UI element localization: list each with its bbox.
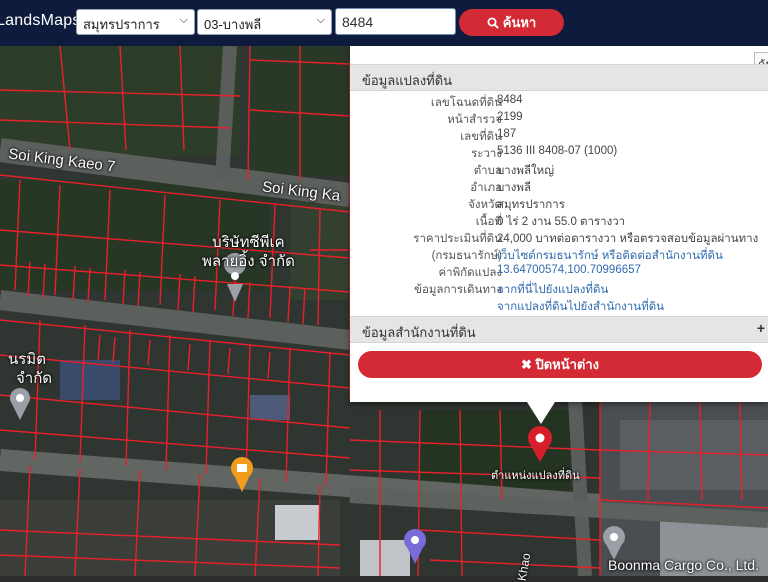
info-value: 2199 bbox=[497, 111, 523, 123]
directions-to-parcel-link[interactable]: จากที่นี่ไปยังแปลงที่ดิน bbox=[497, 281, 608, 299]
province-select[interactable]: สมุทรปราการ ⌵ bbox=[76, 9, 195, 35]
info-label: ค่าพิกัดแปลง bbox=[438, 267, 502, 279]
info-label: หน้าสำรวจ bbox=[447, 114, 502, 126]
info-value: 5136 III 8408-07 (1000) bbox=[497, 145, 618, 157]
close-icon: ✖ bbox=[520, 357, 532, 372]
land-office-section-header[interactable]: ข้อมูลสำนักงานที่ดิน + bbox=[350, 316, 768, 343]
info-value: 8484 bbox=[497, 94, 523, 106]
info-row: เลขโฉนดที่ดิน 8484 bbox=[350, 94, 768, 111]
district-select[interactable]: 03-บางพลี ⌵ bbox=[197, 9, 332, 35]
info-row: (กรมธนารักษ์) เว็บไซต์กรมธนารักษ์ หรือติด… bbox=[350, 247, 768, 264]
app-logo[interactable]: LandsMaps bbox=[0, 12, 81, 30]
info-value: บางพลีใหญ่ bbox=[497, 165, 554, 177]
search-icon bbox=[487, 17, 499, 29]
info-label: (กรมธนารักษ์) bbox=[431, 250, 502, 262]
parcel-info-popup: ค้น ข้อมูลแปลงที่ดิน เลขโฉนดที่ดิน8484 ห… bbox=[350, 46, 768, 402]
info-value: 24,000 บาทต่อตารางวา หรือตรวจสอบข้อมูลผ่… bbox=[497, 233, 759, 245]
info-row: ข้อมูลการเดินทาง จากที่นี่ไปยังแปลงที่ดิน bbox=[350, 281, 768, 298]
company-label: บริษัทซีพีเค พลายอิ้ง จำกัด bbox=[202, 233, 295, 271]
company-label-line: พลายอิ้ง จำกัด bbox=[202, 253, 295, 270]
info-row: เนื้อที่ 0 ไร่ 2 งาน 55.0 ตารางวา bbox=[350, 213, 768, 230]
info-row: จังหวัด สมุทรปราการ bbox=[350, 196, 768, 213]
close-window-button[interactable]: ✖ ปิดหน้าต่าง bbox=[358, 351, 762, 378]
company-label: Boonma Cargo Co., Ltd. bbox=[608, 557, 759, 573]
info-row: ค่าพิกัดแปลง 13.64700574,100.70996657 bbox=[350, 264, 768, 281]
company-label-line: จำกัด bbox=[16, 370, 53, 387]
info-row: อำเภอ บางพลี bbox=[350, 179, 768, 196]
info-label: เลขโฉนดที่ดิน bbox=[430, 97, 502, 109]
search-button-label: ค้นหา bbox=[502, 15, 537, 30]
info-value: สมุทรปราการ bbox=[497, 199, 565, 211]
info-label: ข้อมูลการเดินทาง bbox=[414, 284, 502, 296]
land-info-section-title: ข้อมูลแปลงที่ดิน bbox=[362, 73, 453, 88]
company-label: นรมิต จำกัด bbox=[8, 350, 52, 388]
info-row: ตำบล บางพลีใหญ่ bbox=[350, 162, 768, 179]
directions-to-office-link[interactable]: จากแปลงที่ดินไปยังสำนักงานที่ดิน bbox=[497, 298, 664, 316]
info-row: หน้าสำรวจ 2199 bbox=[350, 111, 768, 128]
land-info-section-header[interactable]: ข้อมูลแปลงที่ดิน bbox=[350, 64, 768, 91]
info-value: 0 ไร่ 2 งาน 55.0 ตารางวา bbox=[497, 216, 626, 228]
info-value: 187 bbox=[497, 128, 517, 140]
info-row: เลขที่ดิน 187 bbox=[350, 128, 768, 145]
company-label-line: นรมิต bbox=[8, 351, 46, 368]
coordinates-link[interactable]: 13.64700574,100.70996657 bbox=[497, 264, 641, 276]
info-row: ราคาประเมินที่ดิน 24,000 บาทต่อตารางวา หร… bbox=[350, 230, 768, 247]
land-office-section-title: ข้อมูลสำนักงานที่ดิน bbox=[362, 325, 476, 340]
chevron-down-icon: ⌵ bbox=[316, 14, 325, 26]
top-toolbar: LandsMaps สมุทรปราการ ⌵ 03-บางพลี ⌵ ค้นห… bbox=[0, 0, 768, 46]
parcel-number-input[interactable] bbox=[335, 8, 456, 35]
info-row: ระวาง 5136 III 8408-07 (1000) bbox=[350, 145, 768, 162]
parcel-marker-label: ตำแหน่งแปลงที่ดิน bbox=[491, 470, 580, 482]
info-value: บางพลี bbox=[497, 182, 532, 194]
close-window-label: ปิดหน้าต่าง bbox=[535, 357, 600, 372]
chevron-down-icon: ⌵ bbox=[179, 14, 188, 26]
treasury-website-link[interactable]: เว็บไซต์กรมธนารักษ์ หรือติดต่อสำนักงานที… bbox=[497, 247, 723, 265]
popup-pointer bbox=[527, 402, 555, 424]
info-label: ราคาประเมินที่ดิน bbox=[413, 233, 502, 245]
info-label: เลขที่ดิน bbox=[460, 131, 502, 143]
search-button[interactable]: ค้นหา bbox=[459, 9, 564, 36]
expand-plus-icon[interactable]: + bbox=[757, 320, 765, 336]
province-select-value: สมุทรปราการ bbox=[83, 17, 160, 32]
info-row: จากแปลงที่ดินไปยังสำนักงานที่ดิน bbox=[350, 298, 768, 315]
district-select-value: 03-บางพลี bbox=[204, 17, 262, 32]
company-label-line: บริษัทซีพีเค bbox=[212, 234, 285, 251]
